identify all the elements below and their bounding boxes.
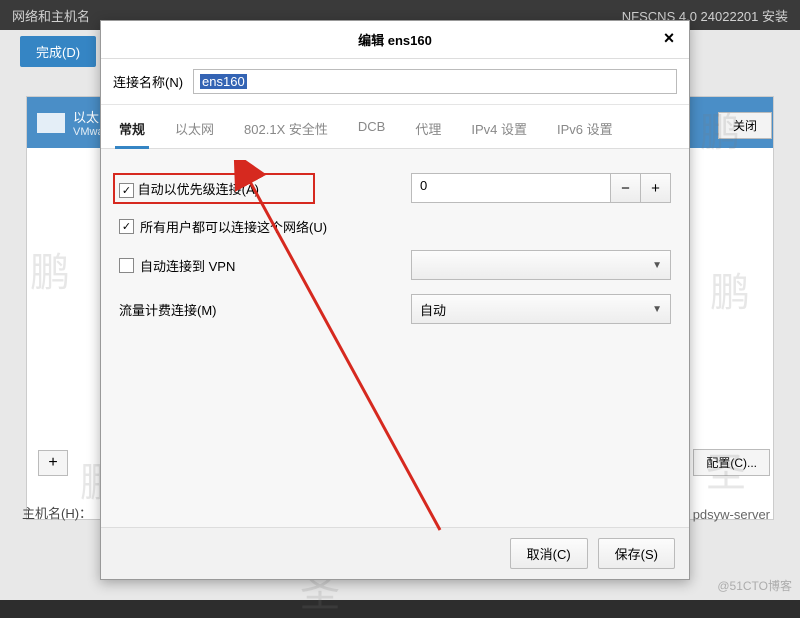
annotation-highlight: ✓ 自动以优先级连接(A) [113, 173, 315, 204]
all-users-row: ✓ 所有用户都可以连接这个网络(U) [119, 217, 671, 236]
priority-increment[interactable]: + [641, 173, 671, 203]
vpn-row: 自动连接到 VPN ▼ [119, 250, 671, 280]
auto-priority-label: 自动以优先级连接(A) [138, 182, 259, 197]
tab-general[interactable]: 常规 [115, 111, 149, 148]
tab-ethernet[interactable]: 以太网 [171, 111, 218, 148]
all-users-label: 所有用户都可以连接这个网络(U) [140, 217, 327, 236]
tab-ipv6[interactable]: IPv6 设置 [553, 111, 617, 148]
tab-proxy[interactable]: 代理 [411, 111, 445, 148]
connection-name-input[interactable]: ens160 [193, 69, 677, 94]
done-button[interactable]: 完成(D) [20, 36, 96, 67]
vpn-checkbox[interactable] [119, 258, 134, 273]
hostname-value: pdsyw-server [693, 507, 770, 522]
topbar-title: 网络和主机名 [12, 6, 90, 25]
add-button[interactable]: + [38, 450, 68, 476]
auto-priority-checkbox[interactable]: ✓ [119, 183, 134, 198]
hostname-label: 主机名(H)： [22, 503, 92, 522]
ethernet-text: 以太 VMwa [73, 107, 104, 138]
tab-8021x[interactable]: 802.1X 安全性 [240, 111, 332, 148]
close-icon[interactable]: × [659, 29, 679, 49]
dialog-titlebar: 编辑 ens160 × [101, 21, 689, 59]
dialog-title: 编辑 ens160 [358, 30, 432, 49]
connection-name-label: 连接名称(N) [113, 72, 183, 91]
metered-row: 流量计费连接(M) 自动 ▼ [119, 294, 671, 324]
tabs: 常规 以太网 802.1X 安全性 DCB 代理 IPv4 设置 IPv6 设置 [101, 105, 689, 149]
connection-name-row: 连接名称(N) ens160 [101, 59, 689, 105]
edit-connection-dialog: 编辑 ens160 × 连接名称(N) ens160 常规 以太网 802.1X… [100, 20, 690, 580]
blog-watermark: @51CTO博客 [717, 577, 792, 594]
chevron-down-icon: ▼ [652, 304, 662, 315]
tab-body: ✓ 自动以优先级连接(A) 0 − + ✓ 所有用户都可以连接这个网络(U) 自… [101, 149, 689, 527]
metered-combo[interactable]: 自动 ▼ [411, 294, 671, 324]
priority-spinner: 0 − + [411, 173, 671, 203]
all-users-checkbox[interactable]: ✓ [119, 219, 134, 234]
vpn-label: 自动连接到 VPN [140, 256, 235, 275]
ethernet-icon [37, 113, 65, 133]
dialog-footer: 取消(C) 保存(S) [101, 527, 689, 579]
close-button[interactable]: 关闭 [718, 112, 772, 139]
cancel-button[interactable]: 取消(C) [510, 538, 588, 569]
auto-priority-row: ✓ 自动以优先级连接(A) 0 − + [119, 173, 671, 203]
priority-input[interactable]: 0 [411, 173, 611, 203]
auto-priority-group: ✓ 自动以优先级连接(A) [119, 179, 399, 198]
save-button[interactable]: 保存(S) [598, 538, 675, 569]
chevron-down-icon: ▼ [652, 260, 662, 271]
metered-label: 流量计费连接(M) [119, 300, 217, 319]
tab-ipv4[interactable]: IPv4 设置 [467, 111, 531, 148]
configure-button[interactable]: 配置(C)... [693, 449, 770, 476]
priority-decrement[interactable]: − [611, 173, 641, 203]
tab-dcb[interactable]: DCB [354, 111, 389, 148]
vpn-combo[interactable]: ▼ [411, 250, 671, 280]
